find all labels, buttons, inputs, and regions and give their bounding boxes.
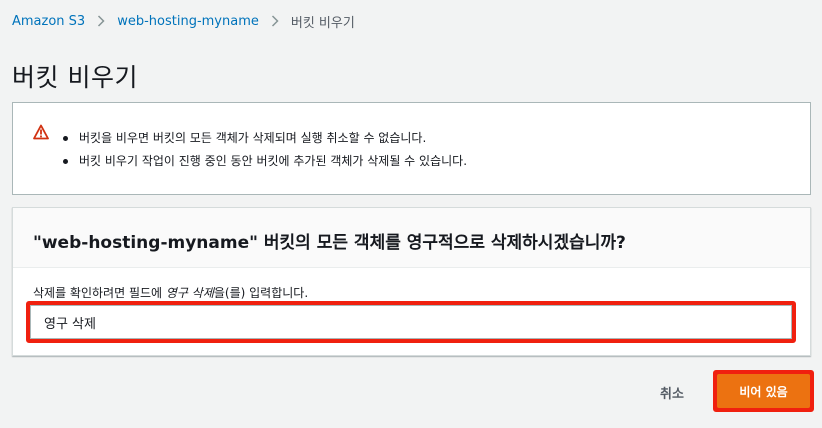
confirm-header: "web-hosting-myname" 버킷의 모든 객체를 영구적으로 삭제… xyxy=(13,208,810,268)
warning-list: 버킷을 비우면 버킷의 모든 객체가 삭제되며 실행 취소할 수 없습니다. 버… xyxy=(63,127,467,173)
confirm-label-suffix: 을(를) 입력합니다. xyxy=(213,286,309,300)
page-title: 버킷 비우기 xyxy=(12,63,138,92)
cancel-button[interactable]: 취소 xyxy=(647,381,697,403)
chevron-right-icon xyxy=(271,15,279,27)
warning-icon xyxy=(33,124,49,140)
confirm-label-prefix: 삭제를 확인하려면 필드에 xyxy=(33,286,166,300)
confirm-input[interactable] xyxy=(30,305,792,339)
confirm-heading: "web-hosting-myname" 버킷의 모든 객체를 영구적으로 삭제… xyxy=(33,233,626,253)
confirm-label: 삭제를 확인하려면 필드에 영구 삭제을(를) 입력합니다. xyxy=(33,284,308,301)
breadcrumb-link-s3[interactable]: Amazon S3 xyxy=(12,14,85,29)
chevron-right-icon xyxy=(97,15,105,27)
confirm-input-highlight xyxy=(26,301,796,343)
confirm-label-emphasis: 영구 삭제 xyxy=(165,286,214,300)
warning-alert: 버킷을 비우면 버킷의 모든 객체가 삭제되며 실행 취소할 수 없습니다. 버… xyxy=(12,102,811,195)
confirm-panel: "web-hosting-myname" 버킷의 모든 객체를 영구적으로 삭제… xyxy=(12,207,811,356)
warning-item: 버킷 비우기 작업이 진행 중인 동안 버킷에 추가된 객체가 삭제될 수 있습… xyxy=(63,150,467,173)
breadcrumb-current: 버킷 비우기 xyxy=(290,15,355,31)
warning-item: 버킷을 비우면 버킷의 모든 객체가 삭제되며 실행 취소할 수 없습니다. xyxy=(63,127,467,150)
empty-button-highlight: 비어 있음 xyxy=(713,370,814,412)
breadcrumb: Amazon S3 web-hosting-myname 버킷 비우기 xyxy=(12,11,355,31)
breadcrumb-link-bucket[interactable]: web-hosting-myname xyxy=(117,14,259,29)
empty-bucket-button[interactable]: 비어 있음 xyxy=(717,374,810,408)
